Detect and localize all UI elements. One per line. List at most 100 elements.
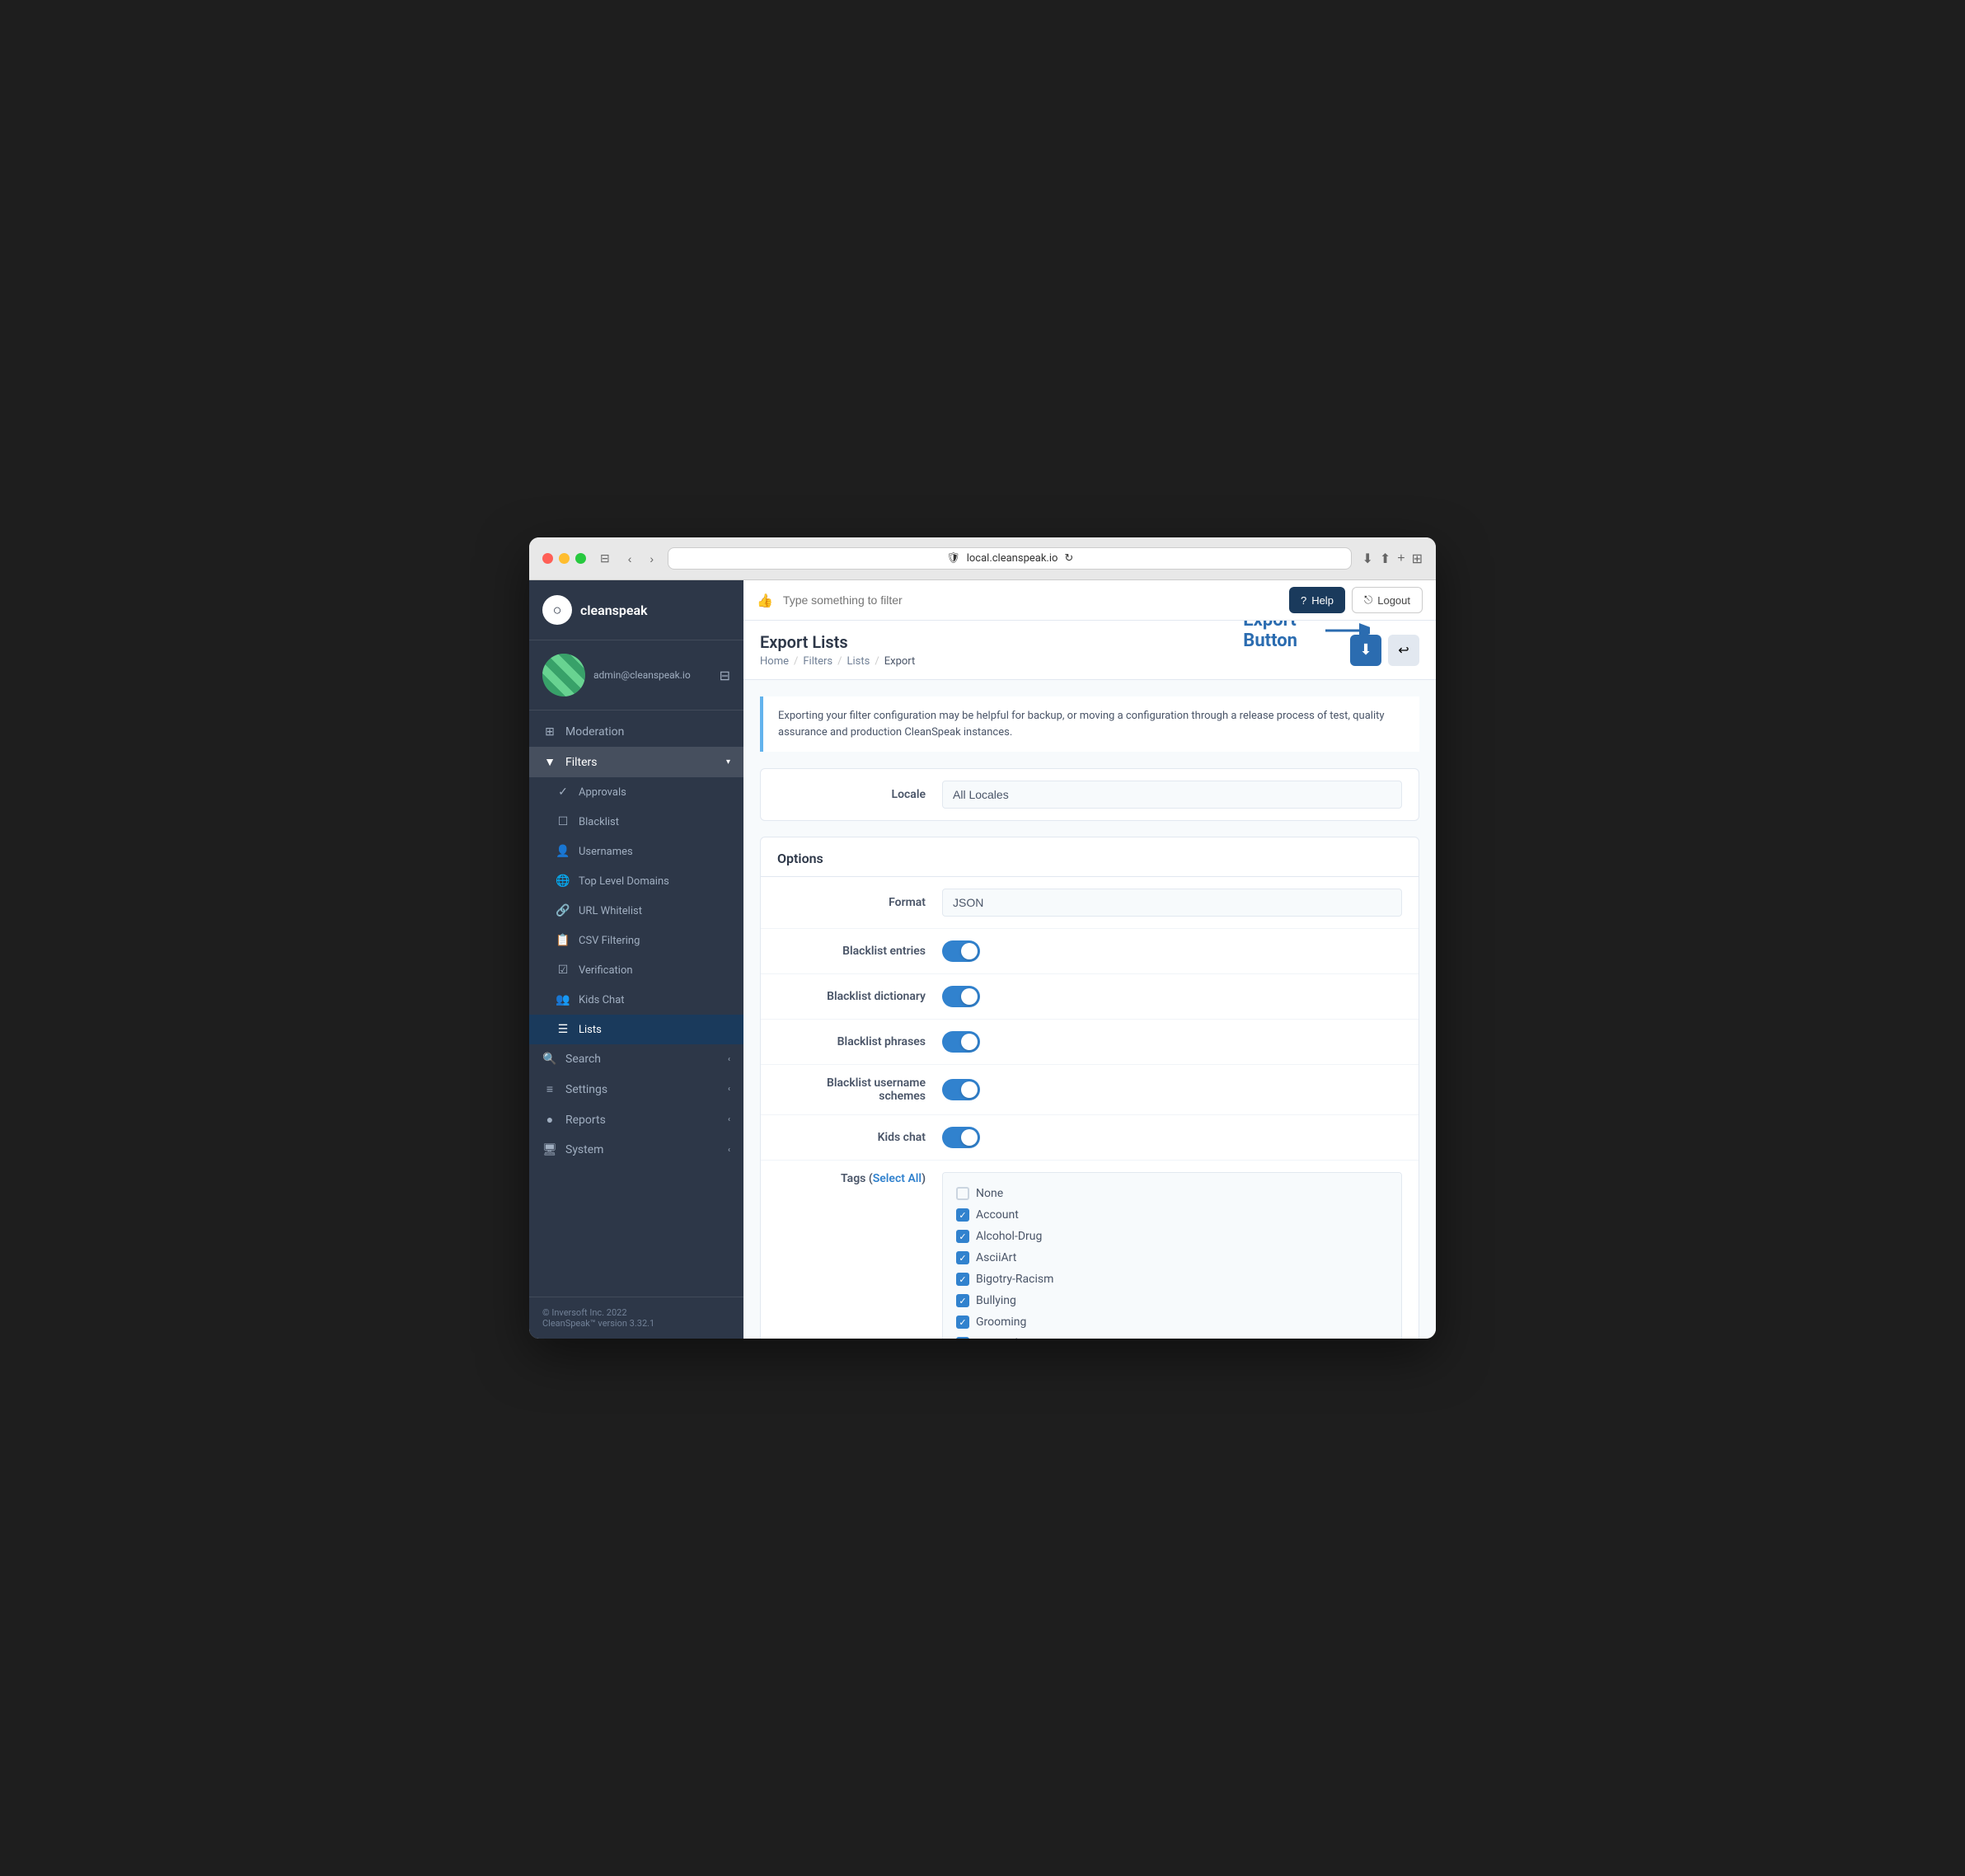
sidebar-item-lists[interactable]: ☰ Lists — [529, 1015, 743, 1044]
tag-label-none: None — [976, 1187, 1003, 1200]
sidebar-toggle-button[interactable]: ⊟ — [596, 550, 614, 567]
format-label: Format — [777, 896, 942, 909]
tag-checkbox-account[interactable]: ✓ — [956, 1208, 969, 1222]
back-nav-button[interactable]: ‹ — [624, 551, 636, 567]
expand-icon: ‹ — [728, 1085, 730, 1094]
tld-icon: 🌐 — [556, 875, 570, 888]
breadcrumb-current: Export — [884, 655, 916, 668]
tag-checkbox-alcohol-drug[interactable]: ✓ — [956, 1230, 969, 1243]
back-button[interactable]: ↩ — [1388, 635, 1419, 666]
sidebar-item-verification[interactable]: ☑ Verification — [529, 955, 743, 985]
tag-label-alcohol-drug: Alcohol-Drug — [976, 1230, 1042, 1243]
blacklist-entries-toggle[interactable] — [942, 940, 980, 962]
tag-checkbox-harm-abuse[interactable]: ✓ — [956, 1337, 969, 1339]
minimize-button[interactable] — [559, 553, 570, 564]
sidebar-item-label: Blacklist — [579, 816, 619, 828]
blacklist-dictionary-toggle[interactable] — [942, 986, 980, 1007]
sidebar-item-settings[interactable]: ≡ Settings ‹ — [529, 1074, 743, 1104]
new-tab-button[interactable]: + — [1397, 551, 1405, 566]
browser-titlebar: ⊟ ‹ › 🛡 local.cleanspeak.io ↻ ⬇ ⬆ + ⊞ — [529, 537, 1436, 580]
tags-row: Tags (Select All) None✓Account✓Alcohol-D… — [761, 1161, 1419, 1339]
tags-list: None✓Account✓Alcohol-Drug✓AsciiArt✓Bigot… — [942, 1172, 1402, 1339]
sidebar-item-moderation[interactable]: ⊞ Moderation — [529, 717, 743, 747]
moderation-icon: ⊞ — [542, 725, 557, 739]
user-menu-icon[interactable]: ⊟ — [720, 668, 730, 683]
extensions-button[interactable]: ⊞ — [1412, 551, 1423, 567]
toggle-knob — [961, 988, 978, 1005]
blacklist-username-toggle[interactable] — [942, 1079, 980, 1100]
admin-email: admin@cleanspeak.io — [593, 669, 691, 681]
export-button[interactable]: ⬇ — [1350, 635, 1381, 666]
logo-icon: ○ — [542, 595, 572, 625]
breadcrumb-lists[interactable]: Lists — [847, 655, 870, 668]
forward-nav-button[interactable]: › — [645, 551, 658, 567]
sidebar-item-filters[interactable]: ▼ Filters ▾ — [529, 747, 743, 777]
url-display: local.cleanspeak.io — [967, 552, 1058, 565]
sidebar-item-search[interactable]: 🔍 Search ‹ — [529, 1044, 743, 1074]
locale-select[interactable]: All Locales English Spanish — [942, 781, 1402, 809]
select-all-link[interactable]: Select All — [873, 1172, 922, 1185]
tag-checkbox-none[interactable] — [956, 1187, 969, 1200]
sidebar-item-csv-filtering[interactable]: 📋 CSV Filtering — [529, 926, 743, 955]
sidebar-item-label: Search — [565, 1053, 601, 1066]
maximize-button[interactable] — [575, 553, 586, 564]
toggle-slider — [942, 1127, 980, 1148]
share-button[interactable]: ⬆ — [1380, 551, 1391, 567]
filter-icon: 👍 — [757, 593, 773, 608]
blacklist-phrases-control — [942, 1031, 1402, 1053]
sidebar-item-label: Usernames — [579, 846, 633, 858]
blacklist-username-row: Blacklist username schemes — [761, 1065, 1419, 1115]
app-container: ○ cleanspeak admin@cleanspeak.io ⊟ ⊞ Mod… — [529, 580, 1436, 1339]
sidebar-item-label: Moderation — [565, 725, 624, 739]
tags-control: None✓Account✓Alcohol-Drug✓AsciiArt✓Bigot… — [942, 1172, 1402, 1339]
tag-checkbox-bullying[interactable]: ✓ — [956, 1294, 969, 1307]
tag-checkbox-bigotry-racism[interactable]: ✓ — [956, 1273, 969, 1286]
sidebar-item-approvals[interactable]: ✓ Approvals — [529, 777, 743, 807]
sidebar-item-reports[interactable]: ● Reports ‹ — [529, 1104, 743, 1135]
sidebar-item-system[interactable]: 🖥 System ‹ — [529, 1135, 743, 1165]
locale-section: Locale All Locales English Spanish — [760, 768, 1419, 821]
kids-chat-icon: 👥 — [556, 993, 570, 1006]
back-icon: ↩ — [1398, 642, 1409, 659]
csv-icon: 📋 — [556, 934, 570, 947]
tag-label-account: Account — [976, 1208, 1019, 1222]
tag-item-alcohol-drug: ✓ Alcohol-Drug — [953, 1226, 1391, 1247]
download-button[interactable]: ⬇ — [1362, 551, 1372, 567]
sidebar-item-url-whitelist[interactable]: 🔗 URL Whitelist — [529, 896, 743, 926]
sidebar-item-tld[interactable]: 🌐 Top Level Domains — [529, 866, 743, 896]
tag-item-account: ✓ Account — [953, 1204, 1391, 1226]
locale-label: Locale — [777, 788, 942, 801]
close-button[interactable] — [542, 553, 553, 564]
address-bar[interactable]: 🛡 local.cleanspeak.io ↻ — [668, 547, 1352, 570]
breadcrumb-filters[interactable]: Filters — [803, 655, 832, 668]
blacklist-username-label: Blacklist username schemes — [777, 1076, 942, 1103]
format-row: Format JSON XML CSV — [761, 877, 1419, 929]
kids-chat-toggle[interactable] — [942, 1127, 980, 1148]
breadcrumb-home[interactable]: Home — [760, 655, 789, 668]
page-header-actions: Export Button ⬇ — [1350, 635, 1419, 666]
url-whitelist-icon: 🔗 — [556, 904, 570, 917]
blacklist-phrases-toggle[interactable] — [942, 1031, 980, 1053]
kids-chat-label: Kids chat — [777, 1131, 942, 1144]
help-icon: ? — [1301, 594, 1306, 607]
sidebar-item-kids-chat[interactable]: 👥 Kids Chat — [529, 985, 743, 1015]
version-info: © Inversoft Inc. 2022 CleanSpeak™ versio… — [542, 1307, 730, 1329]
tag-checkbox-grooming[interactable]: ✓ — [956, 1316, 969, 1329]
sidebar-item-label: URL Whitelist — [579, 905, 642, 917]
help-button[interactable]: ? Help — [1289, 587, 1345, 613]
tag-label-asciiart: AsciiArt — [976, 1251, 1016, 1264]
format-select[interactable]: JSON XML CSV — [942, 889, 1402, 917]
blacklist-dictionary-label: Blacklist dictionary — [777, 990, 942, 1003]
info-text: Exporting your filter configuration may … — [778, 710, 1385, 739]
blacklist-icon: ☐ — [556, 815, 570, 828]
sidebar-item-blacklist[interactable]: ☐ Blacklist — [529, 807, 743, 837]
sidebar-item-label: Kids Chat — [579, 994, 625, 1006]
logout-button[interactable]: ⎋ Logout — [1352, 587, 1423, 613]
filter-input[interactable] — [783, 593, 1279, 607]
tags-label-text: Tags — [841, 1172, 865, 1185]
sidebar-item-usernames[interactable]: 👤 Usernames — [529, 837, 743, 866]
user-avatar — [542, 654, 585, 696]
expand-icon: ‹ — [728, 1146, 730, 1155]
tag-checkbox-asciiart[interactable]: ✓ — [956, 1251, 969, 1264]
sidebar-item-label: Lists — [579, 1024, 602, 1036]
